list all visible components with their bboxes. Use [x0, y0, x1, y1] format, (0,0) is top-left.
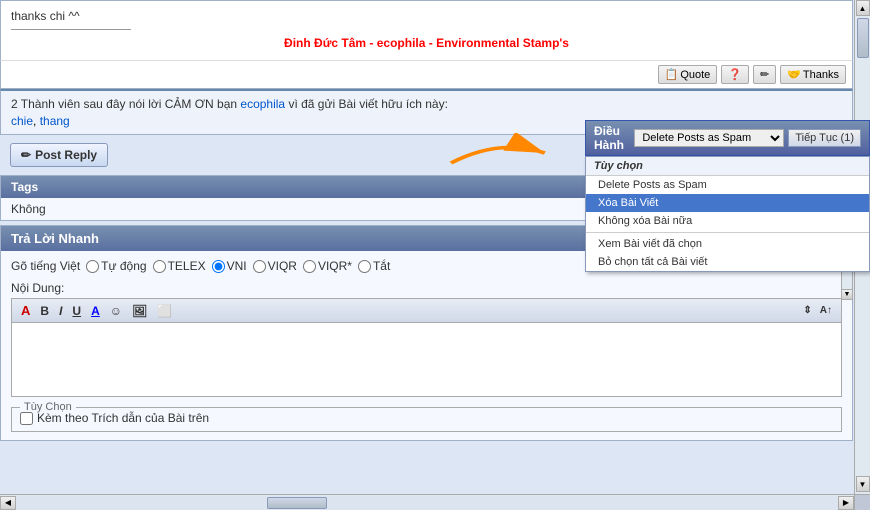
radio-viqr-star-label: VIQR*	[318, 259, 352, 273]
quote-label: Quote	[680, 69, 710, 81]
viet-input-label: Gõ tiếng Việt	[11, 259, 80, 273]
scrollbar-corner	[854, 494, 870, 510]
toolbar-color-button[interactable]: A	[88, 303, 103, 319]
radio-tu-dong[interactable]: Tự động	[86, 259, 146, 273]
tiep-tuc-label: Tiếp Tục (1)	[795, 132, 854, 144]
scrollbar-up-button[interactable]: ▲	[856, 0, 870, 16]
author-text: Đinh Đức Tâm - ecophila - Environmental …	[284, 36, 569, 50]
edit-icon: ✏	[760, 68, 769, 81]
scroll-thumb-horizontal[interactable]	[267, 497, 327, 509]
trich-dan-label: Kèm theo Trích dẫn của Bài trên	[37, 411, 209, 425]
toolbar-resize-button[interactable]: ⇕	[800, 304, 814, 317]
toolbar-smiley-button[interactable]: ☺	[107, 303, 125, 319]
thanks-label: Thanks	[803, 69, 839, 81]
post-section: thanks chi ^^ Đinh Đức Tâm - ecophila - …	[0, 0, 853, 60]
dropdown-item-no-xoa[interactable]: Không xóa Bài nữa	[586, 212, 869, 230]
radio-telex-label: TELEX	[168, 259, 206, 273]
dropdown-item-xoa[interactable]: Xóa Bài Viết	[586, 194, 869, 212]
radio-viqr-label: VIQR	[268, 259, 297, 273]
editor-container: A B I U A ☺ 🖼 ⬜ ⇕ A↑	[11, 298, 842, 397]
dieu-hanh-bar: Điều Hành Delete Posts as Spam Tiếp Tục …	[585, 120, 870, 156]
radio-viqr-star[interactable]: VIQR*	[303, 259, 352, 273]
radio-tu-dong-input[interactable]	[86, 260, 99, 273]
dropdown-item-spam[interactable]: Delete Posts as Spam	[586, 176, 869, 194]
radio-tat-label: Tắt	[373, 259, 390, 273]
quote-icon: 📋	[665, 68, 679, 81]
noi-dung-label: Nội Dung:	[11, 281, 842, 295]
arrow-indicator	[444, 133, 556, 180]
post-author-line: Đinh Đức Tâm - ecophila - Environmental …	[11, 36, 842, 50]
toolbar-italic-button[interactable]: I	[56, 303, 65, 319]
dropdown-divider	[586, 232, 869, 233]
help-button[interactable]: ❓	[721, 65, 749, 84]
members-title-suffix: vì đã gửi Bài viết hữu ích này:	[288, 97, 447, 111]
tuy-chon-header: Tùy chọn	[586, 157, 869, 176]
dropdown-overlay: Điều Hành Delete Posts as Spam Tiếp Tục …	[585, 120, 870, 272]
radio-vni-label: VNI	[227, 259, 247, 273]
help-icon: ❓	[728, 68, 742, 81]
mini-scrollbar-down[interactable]: ▼	[842, 289, 852, 299]
dieu-hanh-title: Điều Hành	[594, 124, 630, 152]
reply-label: Post Reply	[35, 148, 97, 162]
toolbar-font-button[interactable]: A	[18, 302, 33, 319]
radio-telex[interactable]: TELEX	[153, 259, 206, 273]
quote-button[interactable]: 📋 Quote	[658, 65, 718, 84]
post-divider	[11, 29, 131, 30]
radio-tat[interactable]: Tắt	[358, 259, 390, 273]
radio-tu-dong-label: Tự động	[101, 259, 146, 273]
thanks-icon: 🤝	[787, 68, 801, 81]
members-author-link[interactable]: ecophila	[240, 97, 285, 111]
editor-toolbar: A B I U A ☺ 🖼 ⬜ ⇕ A↑	[12, 299, 841, 323]
radio-telex-input[interactable]	[153, 260, 166, 273]
tags-value: Không	[11, 202, 46, 216]
bottom-scrollbar: ◀ ▶	[0, 494, 854, 510]
thanks-button[interactable]: 🤝 Thanks	[780, 65, 846, 84]
options-fieldset: Tùy Chọn Kèm theo Trích dẫn của Bài trên	[11, 401, 842, 432]
members-title-prefix: 2 Thành viên sau đây nói lời CẢM ƠN bạn	[11, 97, 237, 111]
radio-viqr-input[interactable]	[253, 260, 266, 273]
member1-link[interactable]: chie	[11, 114, 33, 128]
tags-title: Tags	[11, 180, 38, 194]
member2-link[interactable]: thang	[40, 114, 70, 128]
radio-vni-input[interactable]	[212, 260, 225, 273]
post-reply-button[interactable]: ✏ Post Reply	[10, 143, 108, 167]
scroll-track	[16, 496, 854, 510]
edit-button[interactable]: ✏	[753, 65, 776, 84]
quick-reply-title: Trả Lời Nhanh	[11, 231, 99, 246]
trich-dan-checkbox[interactable]	[20, 412, 33, 425]
toolbar-right: ⇕ A↑	[800, 304, 835, 317]
toolbar-image-button[interactable]: 🖼	[129, 303, 150, 319]
radio-viqr-star-input[interactable]	[303, 260, 316, 273]
options-content: Kèm theo Trích dẫn của Bài trên	[20, 411, 833, 425]
radio-tat-input[interactable]	[358, 260, 371, 273]
radio-viqr[interactable]: VIQR	[253, 259, 297, 273]
dropdown-menu: Tùy chọn Delete Posts as Spam Xóa Bài Vi…	[585, 156, 870, 272]
scrollbar-thumb[interactable]	[857, 18, 869, 58]
reply-icon: ✏	[21, 148, 31, 162]
toolbar-bold-button[interactable]: B	[37, 303, 52, 319]
editor-textarea[interactable]	[12, 323, 841, 393]
toolbar-expand-button[interactable]: A↑	[817, 304, 835, 317]
dropdown-item-xem[interactable]: Xem Bài viết đã chọn	[586, 235, 869, 253]
dropdown-item-bo-chon[interactable]: Bỏ chọn tất cả Bài viết	[586, 253, 869, 271]
thanks-bar: 📋 Quote ❓ ✏ 🤝 Thanks	[0, 60, 853, 89]
toolbar-extra-button[interactable]: ⬜	[154, 303, 175, 319]
dieu-hanh-select-wrapper: Delete Posts as Spam Tiếp Tục (1)	[634, 129, 861, 147]
scroll-right-button[interactable]: ▶	[838, 496, 854, 510]
members-title: 2 Thành viên sau đây nói lời CẢM ƠN bạn …	[11, 97, 842, 111]
tiep-tuc-button[interactable]: Tiếp Tục (1)	[788, 129, 861, 147]
scroll-left-button[interactable]: ◀	[0, 496, 16, 510]
dieu-hanh-select[interactable]: Delete Posts as Spam	[634, 129, 784, 147]
main-wrapper: thanks chi ^^ Đinh Đức Tâm - ecophila - …	[0, 0, 870, 510]
post-text: thanks chi ^^	[11, 9, 842, 23]
quick-reply-body: Gõ tiếng Việt Tự động TELEX VNI	[1, 251, 852, 440]
scrollbar-down-button[interactable]: ▼	[856, 476, 870, 492]
toolbar-underline-button[interactable]: U	[69, 303, 84, 319]
radio-vni[interactable]: VNI	[212, 259, 247, 273]
